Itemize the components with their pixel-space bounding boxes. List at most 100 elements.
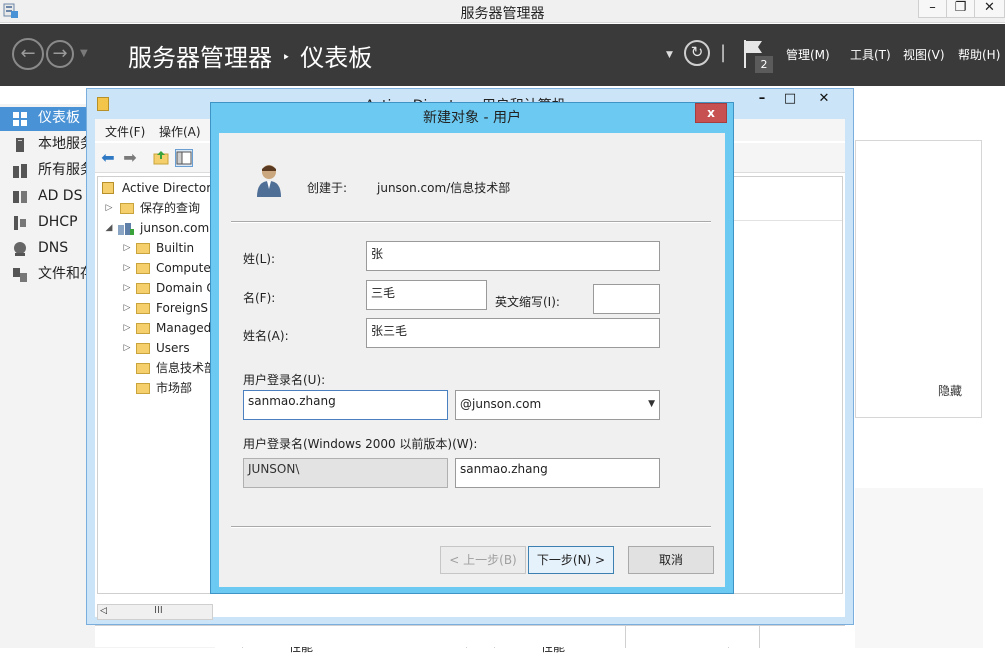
tree-item-label: Managed bbox=[156, 321, 212, 335]
back-nav-button[interactable]: ← bbox=[12, 38, 44, 70]
tree-item-ou-selected[interactable]: 信息技术部 bbox=[122, 359, 212, 377]
upn-suffix-select[interactable]: @junson.com ▼ bbox=[455, 390, 660, 420]
menu-action[interactable]: 操作(A) bbox=[159, 123, 201, 140]
menu-help[interactable]: 帮助(H) bbox=[958, 46, 1000, 63]
tree-expand-icon[interactable]: ▷ bbox=[122, 279, 132, 297]
chevron-down-icon: ▼ bbox=[80, 48, 88, 59]
pre2000-logon-input[interactable]: sanmao.zhang bbox=[455, 458, 660, 488]
created-in-value: junson.com/信息技术部 bbox=[377, 181, 511, 195]
cancel-button[interactable]: 取消 bbox=[628, 546, 714, 574]
aduc-maximize-button[interactable]: □ bbox=[775, 91, 805, 109]
folder-icon bbox=[136, 243, 150, 254]
separator-line-highlight bbox=[231, 222, 711, 223]
maximize-icon: □ bbox=[783, 91, 797, 106]
aduc-root-icon bbox=[102, 182, 114, 194]
sidebar-item-label: DNS bbox=[38, 240, 69, 256]
status-divider bbox=[759, 626, 760, 648]
new-user-dialog: 新建对象 - 用户 x 创建于: junson.com/信息技术部 姓(L): … bbox=[210, 102, 734, 594]
breadcrumb-root[interactable]: 服务器管理器 bbox=[128, 44, 272, 72]
scroll-left-icon[interactable]: ◁ bbox=[100, 606, 107, 616]
tree-item-label: ForeignS bbox=[156, 301, 209, 315]
back-button[interactable]: < 上一步(B) bbox=[440, 546, 526, 574]
folder-icon bbox=[136, 343, 150, 354]
forward-arrow-icon[interactable]: ➡ bbox=[121, 149, 139, 167]
first-name-label: 名(F): bbox=[243, 291, 276, 305]
logon-name-input[interactable]: sanmao.zhang bbox=[243, 390, 448, 420]
upn-suffix-value: @junson.com bbox=[460, 397, 542, 411]
up-folder-icon[interactable] bbox=[153, 149, 171, 167]
aduc-minimize-button[interactable]: – bbox=[747, 91, 777, 109]
all-servers-icon bbox=[13, 164, 27, 178]
tree-expand-icon[interactable]: ▷ bbox=[104, 199, 114, 217]
full-name-input[interactable]: 张三毛 bbox=[366, 318, 660, 348]
dialog-body: 创建于: junson.com/信息技术部 姓(L): 张 名(F): 三毛 英… bbox=[219, 133, 725, 587]
tree-expand-icon[interactable]: ▷ bbox=[122, 239, 132, 257]
arrow-right-icon: → bbox=[52, 43, 68, 64]
full-name-label: 姓名(A): bbox=[243, 329, 289, 343]
breadcrumb: 服务器管理器 ‣ 仪表板 bbox=[128, 38, 372, 73]
sidebar-item-label: 仪表板 bbox=[38, 110, 80, 126]
close-window-button[interactable]: ✕ bbox=[974, 0, 1005, 18]
tree-item-label: Active Directory bbox=[122, 181, 213, 195]
restore-button[interactable]: ❐ bbox=[946, 0, 975, 18]
tree-item-label: Compute bbox=[156, 261, 211, 275]
minimize-icon: – bbox=[929, 0, 936, 15]
domain-icon bbox=[118, 222, 134, 235]
dialog-title: 新建对象 - 用户 bbox=[423, 110, 521, 126]
aduc-app-icon bbox=[97, 97, 109, 111]
aduc-close-button[interactable]: ✕ bbox=[809, 91, 839, 109]
initials-label: 英文缩写(I): bbox=[495, 295, 560, 309]
separator-line-highlight bbox=[231, 527, 711, 528]
header-divider: | bbox=[720, 42, 727, 63]
sidebar-item-label: DHCP bbox=[38, 214, 78, 230]
menu-tools[interactable]: 工具(T) bbox=[850, 46, 891, 63]
user-icon bbox=[257, 165, 281, 197]
dashboard-tile-panel bbox=[855, 140, 982, 418]
tree-expand-icon[interactable]: ▷ bbox=[122, 339, 132, 357]
menu-file[interactable]: 文件(F) bbox=[105, 123, 145, 140]
tree-expand-icon[interactable]: ▷ bbox=[122, 299, 132, 317]
dialog-close-button[interactable]: x bbox=[695, 103, 727, 123]
last-name-label: 姓(L): bbox=[243, 252, 276, 266]
created-in-label: 创建于: bbox=[307, 181, 348, 195]
local-server-icon bbox=[16, 138, 24, 152]
back-arrow-icon[interactable]: ⬅ bbox=[99, 149, 117, 167]
last-name-input[interactable]: 张 bbox=[366, 241, 660, 271]
tree-expand-icon[interactable]: ▷ bbox=[122, 259, 132, 277]
menu-manage[interactable]: 管理(M) bbox=[786, 46, 830, 63]
folder-icon bbox=[120, 203, 134, 214]
arrow-left-icon: ← bbox=[20, 43, 36, 64]
server-manager-header: ← → ▼ 服务器管理器 ‣ 仪表板 ▼ ↻ | 管理(M) 工具(T) 视图(V)… bbox=[0, 24, 1005, 86]
ou-folder-icon bbox=[136, 363, 150, 374]
nav-history-dropdown[interactable]: ▼ bbox=[80, 48, 88, 59]
minimize-icon: – bbox=[758, 91, 766, 106]
folder-icon bbox=[136, 303, 150, 314]
tree-horizontal-scrollbar[interactable]: ◁ III bbox=[97, 604, 213, 620]
notification-count-badge: 2 bbox=[755, 56, 773, 73]
initials-input[interactable] bbox=[593, 284, 660, 314]
show-console-tree-icon[interactable] bbox=[175, 149, 193, 167]
minimize-button[interactable]: – bbox=[918, 0, 947, 18]
breadcrumb-separator: ‣ bbox=[282, 50, 291, 66]
tree-item-label: junson.com bbox=[140, 221, 210, 235]
forward-nav-button[interactable]: → bbox=[46, 40, 74, 68]
dns-icon bbox=[14, 242, 26, 256]
tree-item-label: Builtin bbox=[156, 241, 195, 255]
tree-collapse-icon[interactable]: ◢ bbox=[104, 219, 114, 237]
status-divider bbox=[625, 626, 626, 648]
next-button[interactable]: 下一步(N) > bbox=[528, 546, 614, 574]
sidebar-item-label: AD DS bbox=[38, 188, 83, 204]
scroll-thumb[interactable]: III bbox=[154, 605, 163, 616]
header-dropdown[interactable]: ▼ bbox=[666, 50, 673, 60]
console-tree: Active Directory ▷ 保存的查询 ◢ junson.com ▷ … bbox=[97, 176, 213, 594]
first-name-input[interactable]: 三毛 bbox=[366, 280, 487, 310]
tree-item-label: Users bbox=[156, 341, 190, 355]
hide-link[interactable]: 隐藏 bbox=[938, 382, 962, 399]
close-icon: x bbox=[707, 106, 715, 120]
refresh-button[interactable]: ↻ bbox=[684, 40, 710, 66]
chevron-down-icon: ▼ bbox=[648, 399, 655, 409]
breadcrumb-current: 仪表板 bbox=[300, 44, 373, 72]
tree-expand-icon[interactable]: ▷ bbox=[122, 319, 132, 337]
dashboard-icon bbox=[13, 112, 27, 126]
menu-view[interactable]: 视图(V) bbox=[903, 46, 945, 63]
